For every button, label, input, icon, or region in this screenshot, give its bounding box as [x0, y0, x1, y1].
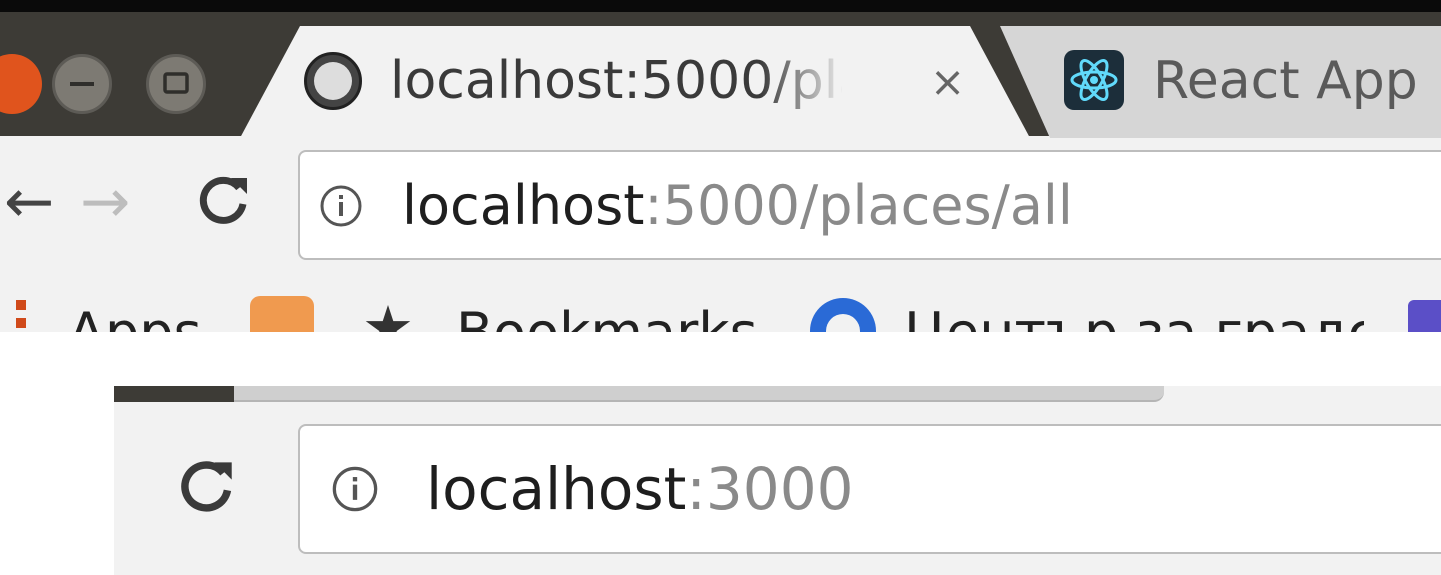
- tab-edge: [234, 386, 1164, 402]
- browser-window-top: localhost:5000/places/all × React App ← …: [0, 0, 1441, 332]
- info-icon[interactable]: [318, 183, 364, 229]
- tab-strip: [114, 386, 234, 402]
- back-button[interactable]: ←: [4, 170, 54, 234]
- tab-title: React App: [1153, 51, 1418, 111]
- reload-icon[interactable]: [195, 172, 251, 228]
- info-icon[interactable]: [330, 464, 380, 514]
- url-host: localhost: [426, 455, 687, 523]
- forward-button[interactable]: →: [80, 170, 130, 234]
- url-path: :3000: [686, 455, 854, 523]
- tab-close-button[interactable]: ×: [930, 58, 965, 106]
- bookmark-bookmarks[interactable]: Bookmarks: [456, 298, 758, 332]
- window-top-edge: [0, 0, 1441, 12]
- window-maximize-button[interactable]: [146, 54, 206, 114]
- site-logo-icon: [304, 52, 362, 110]
- url-path: :5000/places/all: [644, 174, 1073, 237]
- star-icon: ★: [362, 293, 414, 332]
- maximize-icon: [163, 72, 189, 94]
- react-logo-icon: [1064, 50, 1124, 110]
- address-bar-url: localhost:5000/places/all: [402, 174, 1073, 238]
- orange-bookmark-icon[interactable]: [250, 296, 314, 332]
- reload-icon[interactable]: [176, 456, 236, 516]
- address-bar-url: localhost:3000: [426, 452, 854, 526]
- bookmark-centr[interactable]: Център за градс: [904, 298, 1364, 332]
- bookmark-apps[interactable]: Apps: [68, 298, 202, 332]
- minimize-icon: [70, 82, 94, 86]
- window-minimize-button[interactable]: [52, 54, 112, 114]
- tab-title-fade: [760, 48, 846, 114]
- purple-bookmark-icon[interactable]: [1408, 300, 1441, 332]
- apps-grid-icon: [16, 300, 26, 310]
- url-host: localhost: [402, 174, 645, 237]
